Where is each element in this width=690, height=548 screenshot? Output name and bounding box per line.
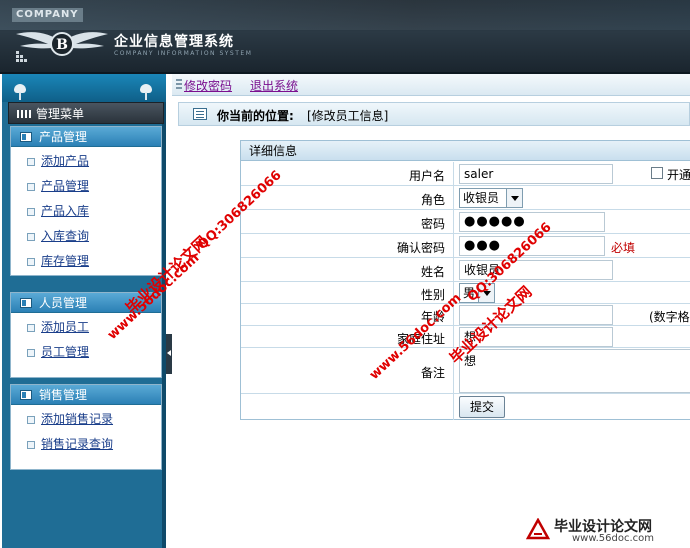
- confirm-password-label: 确认密码: [396, 241, 445, 255]
- group-folder-icon: [20, 390, 32, 400]
- group-title-label: 产品管理: [39, 130, 88, 144]
- submit-button[interactable]: 提交: [459, 396, 506, 418]
- group-title-label: 销售管理: [39, 388, 88, 402]
- bullet-icon: [27, 183, 35, 191]
- username-label: 用户名: [408, 169, 445, 183]
- group-title-sales[interactable]: 销售管理: [11, 385, 161, 405]
- group-sales: 销售管理 添加销售记录 销售记录查询: [10, 384, 162, 470]
- detail-form: 详细信息 用户名 saler 开通 角色 收银员 密码 ●●●●● 确认密码 ●…: [240, 140, 690, 420]
- row-submit: 提交: [241, 394, 690, 420]
- logout-link[interactable]: 退出系统: [250, 77, 298, 94]
- remark-textarea[interactable]: 想: [459, 349, 690, 393]
- bullet-icon: [27, 416, 35, 424]
- age-hint: (数字格: [649, 310, 690, 324]
- location-bar: 你当前的位置: [修改员工信息]: [178, 102, 690, 126]
- gender-label: 性别: [420, 288, 445, 302]
- pin-icon: [14, 84, 26, 100]
- bullet-icon: [27, 233, 35, 241]
- row-username: 用户名 saler 开通: [241, 162, 690, 186]
- app-window: COMPANY B 企业信息管理系统 COMPANY INFORMATION S…: [0, 0, 690, 548]
- chevron-down-icon: [506, 189, 522, 207]
- sidebar-item-stock-in-query[interactable]: 入库查询: [11, 224, 161, 249]
- form-header: 详细信息: [241, 141, 690, 161]
- brand-watermark: 毕业设计论文网 www.56doc.com: [524, 516, 688, 546]
- remark-label: 备注: [420, 366, 445, 380]
- sidebar-top-bar: [2, 74, 166, 102]
- sidebar-item-product-manage[interactable]: 产品管理: [11, 174, 161, 199]
- pin-icon: [140, 84, 152, 100]
- system-subtitle: COMPANY INFORMATION SYSTEM: [114, 50, 253, 57]
- brand-logo-icon: [526, 518, 550, 540]
- name-label: 姓名: [420, 265, 445, 279]
- group-folder-icon: [20, 132, 32, 142]
- app-header: COMPANY B 企业信息管理系统 COMPANY INFORMATION S…: [0, 0, 690, 74]
- menu-title: 管理菜单: [36, 107, 85, 121]
- top-toolbar: 修改密码 退出系统: [172, 74, 690, 96]
- password-input[interactable]: ●●●●●: [459, 212, 605, 232]
- company-tag: COMPANY: [12, 8, 83, 22]
- enable-label: 开通: [667, 168, 690, 182]
- role-label: 角色: [420, 193, 445, 207]
- row-password: 密码 ●●●●●: [241, 210, 690, 234]
- header-dots-icon: [16, 50, 30, 62]
- sidebar-item-inventory[interactable]: 库存管理: [11, 249, 161, 274]
- logo-letter: B: [56, 37, 68, 53]
- location-label: 你当前的位置:: [217, 109, 294, 123]
- row-confirm-password: 确认密码 ●●● 必填: [241, 234, 690, 258]
- sidebar-item-product-stock-in[interactable]: 产品入库: [11, 199, 161, 224]
- row-role: 角色 收银员: [241, 186, 690, 210]
- username-input[interactable]: saler: [459, 164, 613, 184]
- bullet-icon: [27, 208, 35, 216]
- menu-header: 管理菜单: [8, 102, 164, 124]
- enable-checkbox[interactable]: [651, 167, 663, 179]
- role-select[interactable]: 收银员: [459, 188, 523, 208]
- sidebar-item-add-sale[interactable]: 添加销售记录: [11, 407, 161, 432]
- toolbar-grip-icon: [176, 79, 182, 91]
- bullet-icon: [27, 324, 35, 332]
- password-label: 密码: [420, 217, 445, 231]
- bullet-icon: [27, 258, 35, 266]
- sidebar-item-add-product[interactable]: 添加产品: [11, 149, 161, 174]
- document-icon: [193, 108, 207, 120]
- row-age: 年龄 (数字格: [241, 304, 690, 326]
- role-selected-value: 收银员: [463, 191, 500, 205]
- system-title: 企业信息管理系统: [114, 34, 234, 50]
- group-title-label: 人员管理: [39, 296, 88, 310]
- bullet-icon: [27, 441, 35, 449]
- group-product: 产品管理 添加产品 产品管理 产品入库 入库查询 库存管理: [10, 126, 162, 276]
- location-value: [修改员工信息]: [307, 109, 389, 123]
- sidebar-item-sale-query[interactable]: 销售记录查询: [11, 432, 161, 457]
- grid-menu-icon: [17, 110, 31, 118]
- required-note: 必填: [611, 241, 636, 255]
- group-title-product[interactable]: 产品管理: [11, 127, 161, 147]
- sidebar-collapse-toggle[interactable]: [166, 334, 172, 374]
- brand-url: www.56doc.com: [572, 533, 655, 544]
- sidebar-item-staff-manage[interactable]: 员工管理: [11, 340, 161, 365]
- row-name: 姓名 收银员: [241, 258, 690, 282]
- bullet-icon: [27, 158, 35, 166]
- bullet-icon: [27, 349, 35, 357]
- change-password-link[interactable]: 修改密码: [184, 77, 232, 94]
- group-folder-icon: [20, 298, 32, 308]
